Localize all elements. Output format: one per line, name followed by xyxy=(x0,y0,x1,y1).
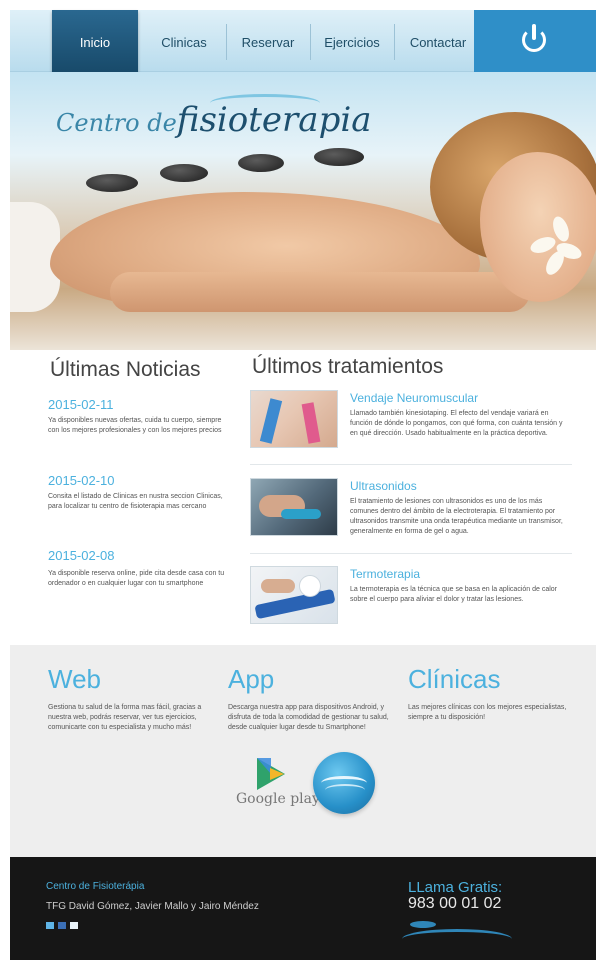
news-date[interactable]: 2015-02-10 xyxy=(48,473,115,488)
hero-banner: Centro defisioterapia xyxy=(10,72,596,350)
treatment-name[interactable]: Termoterapia xyxy=(350,567,420,581)
treatment-divider xyxy=(250,464,572,465)
clinics-title[interactable]: Clínicas xyxy=(408,664,500,695)
nav-item-reservar[interactable]: Reservar xyxy=(228,10,308,72)
main-nav: Inicio Clinicas Reservar Ejercicios Cont… xyxy=(10,10,596,72)
nav-item-inicio[interactable]: Inicio xyxy=(52,10,138,72)
footer-brand: Centro de Fisioterápia xyxy=(46,881,145,892)
treatment-image-ultrasonidos[interactable] xyxy=(250,478,338,536)
nav-item-ejercicios[interactable]: Ejercicios xyxy=(312,10,392,72)
clinics-text: Las mejores clínicas con los mejores esp… xyxy=(408,704,567,721)
social-icon[interactable] xyxy=(46,922,54,929)
google-play-icon-part xyxy=(257,758,271,774)
power-icon-line xyxy=(532,24,536,40)
social-icon[interactable] xyxy=(70,922,78,929)
social-icon[interactable] xyxy=(58,922,66,929)
news-text: Ya disponible reserva online, pide cita … xyxy=(48,570,225,587)
footer-phone[interactable]: 983 00 01 02 xyxy=(408,895,501,913)
treatment-text: La termoterapia es la técnica que se bas… xyxy=(350,586,558,603)
hero-arm-image xyxy=(110,272,530,312)
google-play-icon-part xyxy=(270,768,284,780)
treatment-text: El tratamiento de lesiones con ultrasoni… xyxy=(350,498,563,535)
app-text: Descarga nuestra app para dispositivos A… xyxy=(228,704,389,731)
footer-call-label: LLama Gratis: xyxy=(408,879,503,896)
hot-stone xyxy=(160,164,208,182)
treatment-image-termoterapia[interactable] xyxy=(250,566,338,624)
swimmer-icon xyxy=(410,921,436,928)
treatments-heading: Últimos tratamientos xyxy=(252,355,444,378)
web-text: Gestiona tu salud de la forma mas fácil,… xyxy=(48,704,202,731)
web-title[interactable]: Web xyxy=(48,664,101,695)
wave-icon xyxy=(325,784,365,796)
nav-divider xyxy=(394,24,395,60)
nav-item-clinicas[interactable]: Clinicas xyxy=(144,10,224,72)
treatment-text: Llamado también kinesiotaping. El efecto… xyxy=(350,410,563,437)
news-text: Consita el listado de Clinicas en nustra… xyxy=(48,493,223,510)
hero-title-prefix: Centro de xyxy=(56,109,177,137)
treatment-divider xyxy=(250,553,572,554)
hot-stone xyxy=(238,154,284,172)
orchid-flower-image xyxy=(528,214,586,278)
hot-stone xyxy=(86,174,138,192)
hero-logo-title: Centro defisioterapia xyxy=(56,100,371,140)
nav-divider xyxy=(310,24,311,60)
hero-title-main: fisioterapia xyxy=(176,100,372,140)
hot-stone xyxy=(314,148,364,166)
footer-authors: TFG David Gómez, Javier Mallo y Jairo Mé… xyxy=(46,901,259,912)
news-heading: Últimas Noticias xyxy=(50,358,201,381)
treatment-name[interactable]: Vendaje Neuromuscular xyxy=(350,391,478,405)
google-play-label: Google play xyxy=(236,791,320,807)
app-logo-icon[interactable] xyxy=(313,752,375,814)
news-date[interactable]: 2015-02-11 xyxy=(48,397,114,412)
power-button[interactable] xyxy=(474,10,596,72)
treatment-name[interactable]: Ultrasonidos xyxy=(350,479,417,493)
news-text: Ya disponibles nuevas ofertas, cuida tu … xyxy=(48,417,222,434)
app-title[interactable]: App xyxy=(228,664,274,695)
footer: Centro de Fisioterápia TFG David Gómez, … xyxy=(10,857,596,960)
nav-divider xyxy=(226,24,227,60)
wave-logo-icon xyxy=(402,929,512,949)
nav-item-contactar[interactable]: Contactar xyxy=(396,10,480,72)
treatment-image-vendaje[interactable] xyxy=(250,390,338,448)
news-date[interactable]: 2015-02-08 xyxy=(48,548,115,563)
